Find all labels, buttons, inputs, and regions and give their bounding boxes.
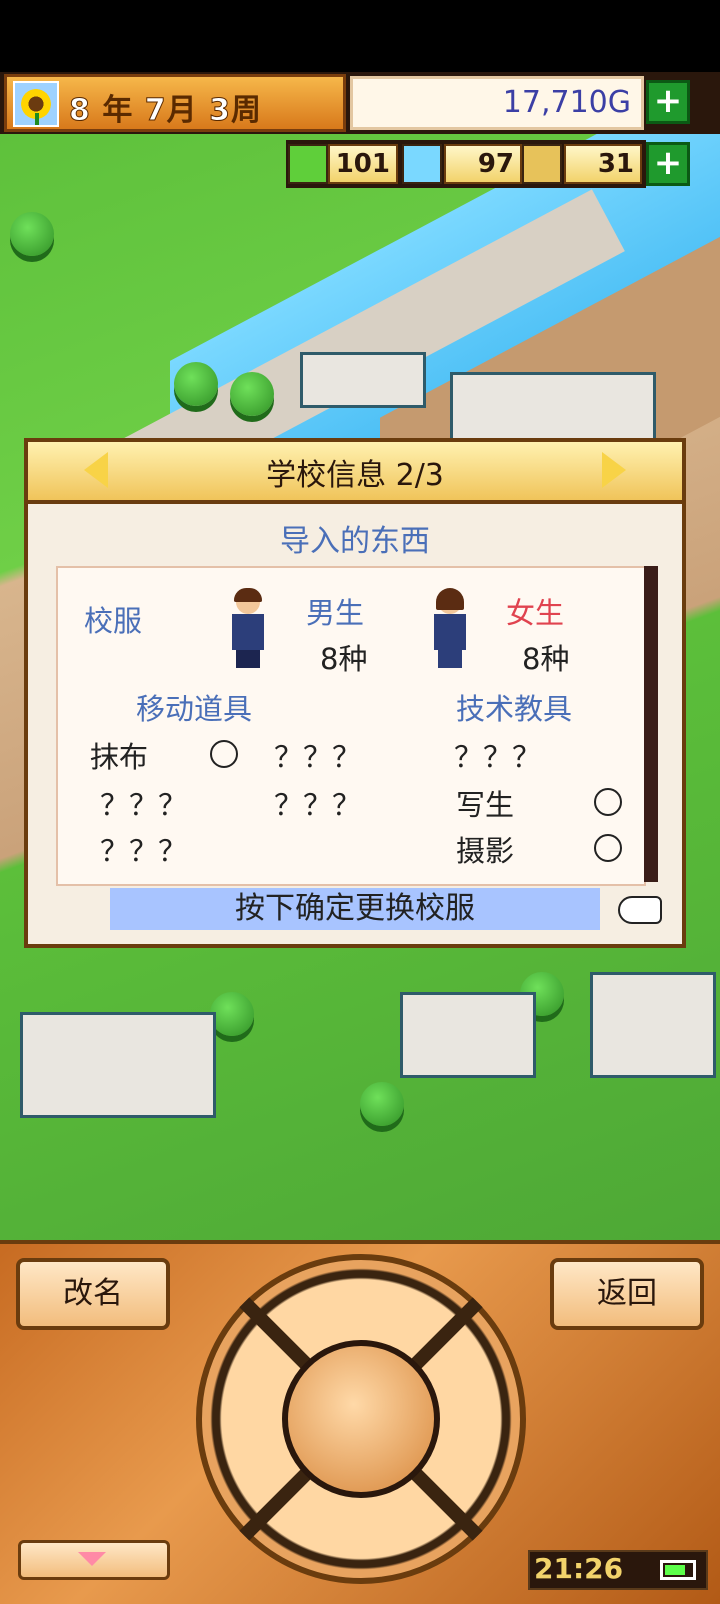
battery-icon [660, 1560, 696, 1580]
mobile-tool-item: ？？？ [100, 834, 188, 868]
date-panel: 8 年 7月 3周 [4, 74, 346, 132]
add-resource-button[interactable]: + [646, 142, 690, 186]
clock-time: 21:26 [534, 1552, 624, 1585]
trophy-count: 31 [564, 144, 642, 184]
tree-icon [210, 992, 254, 1036]
next-page-arrow-icon[interactable] [602, 452, 626, 488]
money-amount: 17,710G [502, 85, 631, 120]
male-student-icon [228, 588, 268, 668]
dialog-header: 学校信息 2/3 [28, 442, 682, 504]
flask-count: 97 [444, 144, 522, 184]
pointing-hand-icon [618, 896, 662, 924]
owned-mark-icon [594, 834, 622, 862]
female-uniform-label: 女生 [506, 596, 565, 630]
building [20, 1012, 216, 1118]
pencil-count: 101 [328, 144, 398, 184]
flask-icon [402, 144, 442, 184]
rename-button[interactable]: 改名 [16, 1258, 170, 1330]
mobile-tool-item: ？？？ [274, 740, 362, 774]
female-student-icon [430, 588, 470, 668]
owned-mark-icon [210, 740, 238, 768]
mobile-tool-item: 抹布 [90, 740, 149, 774]
tree-icon [360, 1082, 404, 1126]
tree-icon [230, 372, 274, 416]
status-bar [0, 0, 720, 72]
date-display: 8 年 7月 3周 [69, 93, 262, 129]
tech-tools-label: 技术教具 [456, 692, 573, 726]
dpad-center-button[interactable] [282, 1340, 440, 1498]
mobile-tool-item: ？？？ [274, 788, 362, 822]
tree-icon [10, 212, 54, 256]
trophy-icon [522, 144, 562, 184]
tech-tool-item: 摄影 [456, 834, 515, 868]
dialog-title: 学校信息 2/3 [266, 458, 444, 493]
panel-scrollbar[interactable] [644, 566, 658, 882]
owned-mark-icon [594, 788, 622, 816]
change-uniform-prompt[interactable]: 按下确定更换校服 [110, 888, 600, 930]
back-button[interactable]: 返回 [550, 1258, 704, 1330]
mobile-tool-item: ？？？ [100, 788, 188, 822]
add-money-button[interactable]: + [646, 80, 690, 124]
money-panel: 17,710G [350, 76, 644, 130]
building [590, 972, 716, 1078]
dialog-subtitle: 导入的东西 [280, 524, 430, 559]
building [300, 352, 426, 408]
female-uniform-count: 8种 [522, 642, 570, 676]
tech-tool-item: ？？？ [454, 740, 542, 774]
down-arrow-icon [78, 1552, 106, 1566]
tree-icon [174, 362, 218, 406]
sunflower-icon [13, 81, 59, 127]
male-uniform-label: 男生 [306, 596, 365, 630]
school-info-dialog: 学校信息 2/3 导入的东西 校服 男生 8种 女生 8种 移动道具 技术教具 … [24, 438, 686, 948]
mobile-tools-label: 移动道具 [136, 692, 253, 726]
male-uniform-count: 8种 [320, 642, 368, 676]
uniform-label: 校服 [84, 604, 143, 638]
building [400, 992, 536, 1078]
tech-tool-item: 写生 [456, 788, 515, 822]
pencil-icon [288, 144, 328, 184]
